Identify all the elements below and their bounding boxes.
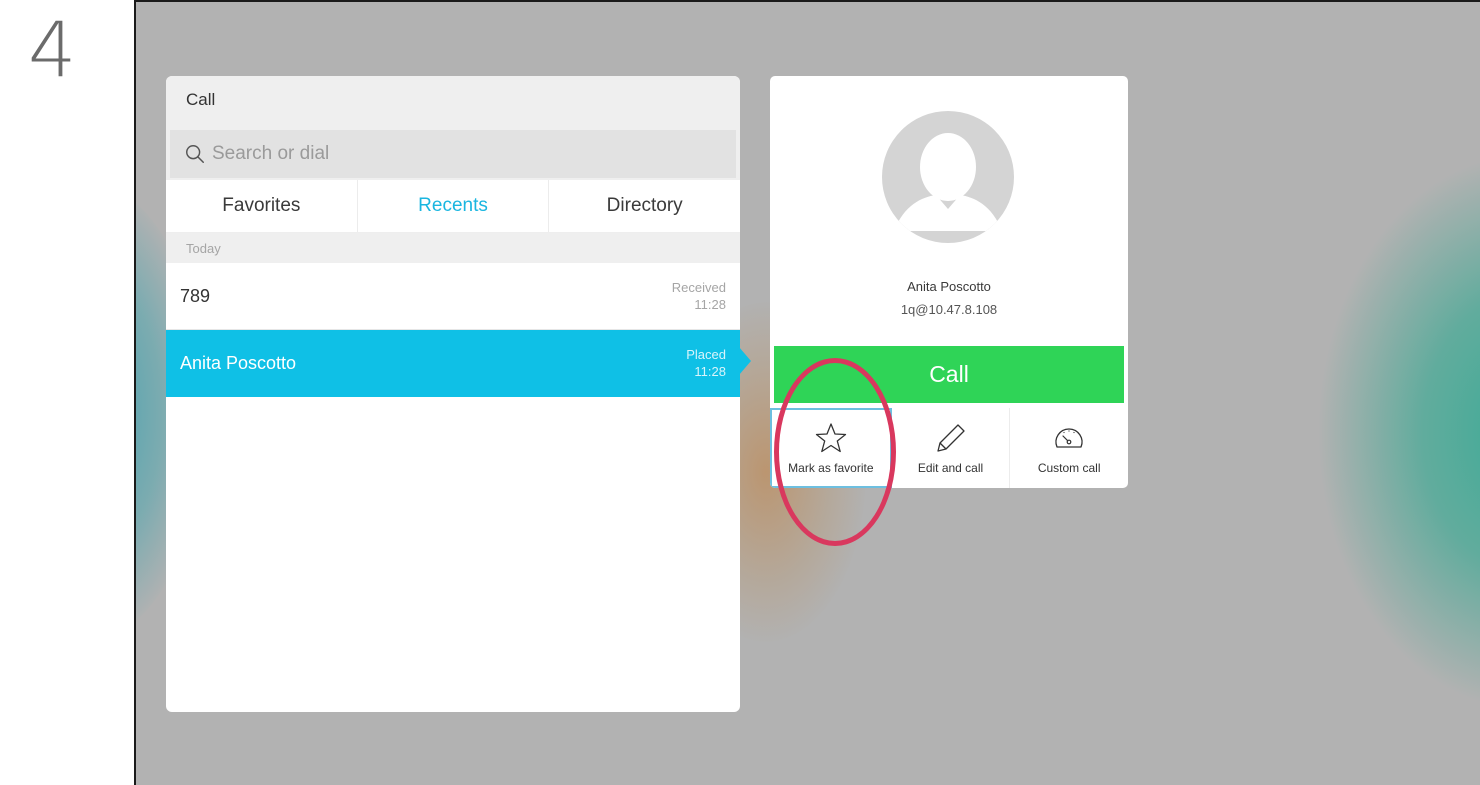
action-label: Custom call [1037,461,1101,475]
tab-recents[interactable]: Recents [358,180,550,232]
call-panel: Call Search or dial Favorites Recents Di… [166,76,740,712]
call-button[interactable]: Call [774,346,1124,403]
search-input[interactable]: Search or dial [170,130,736,178]
search-placeholder: Search or dial [212,143,330,164]
panel-header: Call Search or dial [166,76,740,180]
contact-card: Anita Poscotto 1q@10.47.8.108 Call Mark … [770,76,1128,488]
edit-and-call-button[interactable]: Edit and call [892,408,1011,488]
recent-name: 789 [180,285,211,306]
star-icon [815,423,846,453]
panel-title: Call [186,90,216,109]
pencil-icon [936,424,965,452]
recent-meta: Received 11:28 [672,279,726,313]
background-blob [1316,152,1480,712]
tab-directory[interactable]: Directory [549,180,740,232]
search-icon [186,145,204,163]
action-label: Edit and call [917,461,984,475]
mark-as-favorite-button[interactable]: Mark as favorite [770,408,892,488]
speedometer-icon [1055,428,1083,448]
action-label: Mark as favorite [788,461,874,475]
recent-name: Anita Poscotto [180,353,297,373]
recent-time: 11:28 [694,297,726,312]
recent-item-selected[interactable]: Anita Poscotto Placed 11:28 [166,330,740,397]
screen: Call Search or dial Favorites Recents Di… [134,0,1480,785]
recent-status: Received [671,280,726,295]
tab-bar: Favorites Recents Directory [166,180,740,233]
contact-name: Anita Poscotto [907,279,991,294]
recent-item[interactable]: 789 Received 11:28 [166,263,740,330]
recent-meta: Placed 11:28 [686,346,726,380]
action-bar: Mark as favorite Edit and call Custom ca… [770,408,1128,488]
avatar [882,111,1014,243]
section-header: Today [166,233,740,263]
contact-address: 1q@10.47.8.108 [900,302,998,317]
custom-call-button[interactable]: Custom call [1010,408,1128,488]
tab-favorites[interactable]: Favorites [166,180,358,232]
person-icon [894,133,1002,231]
recent-time: 11:28 [694,364,726,379]
step-number: 4 [28,5,77,94]
selection-pointer [739,347,751,375]
recent-status: Placed [686,347,726,362]
